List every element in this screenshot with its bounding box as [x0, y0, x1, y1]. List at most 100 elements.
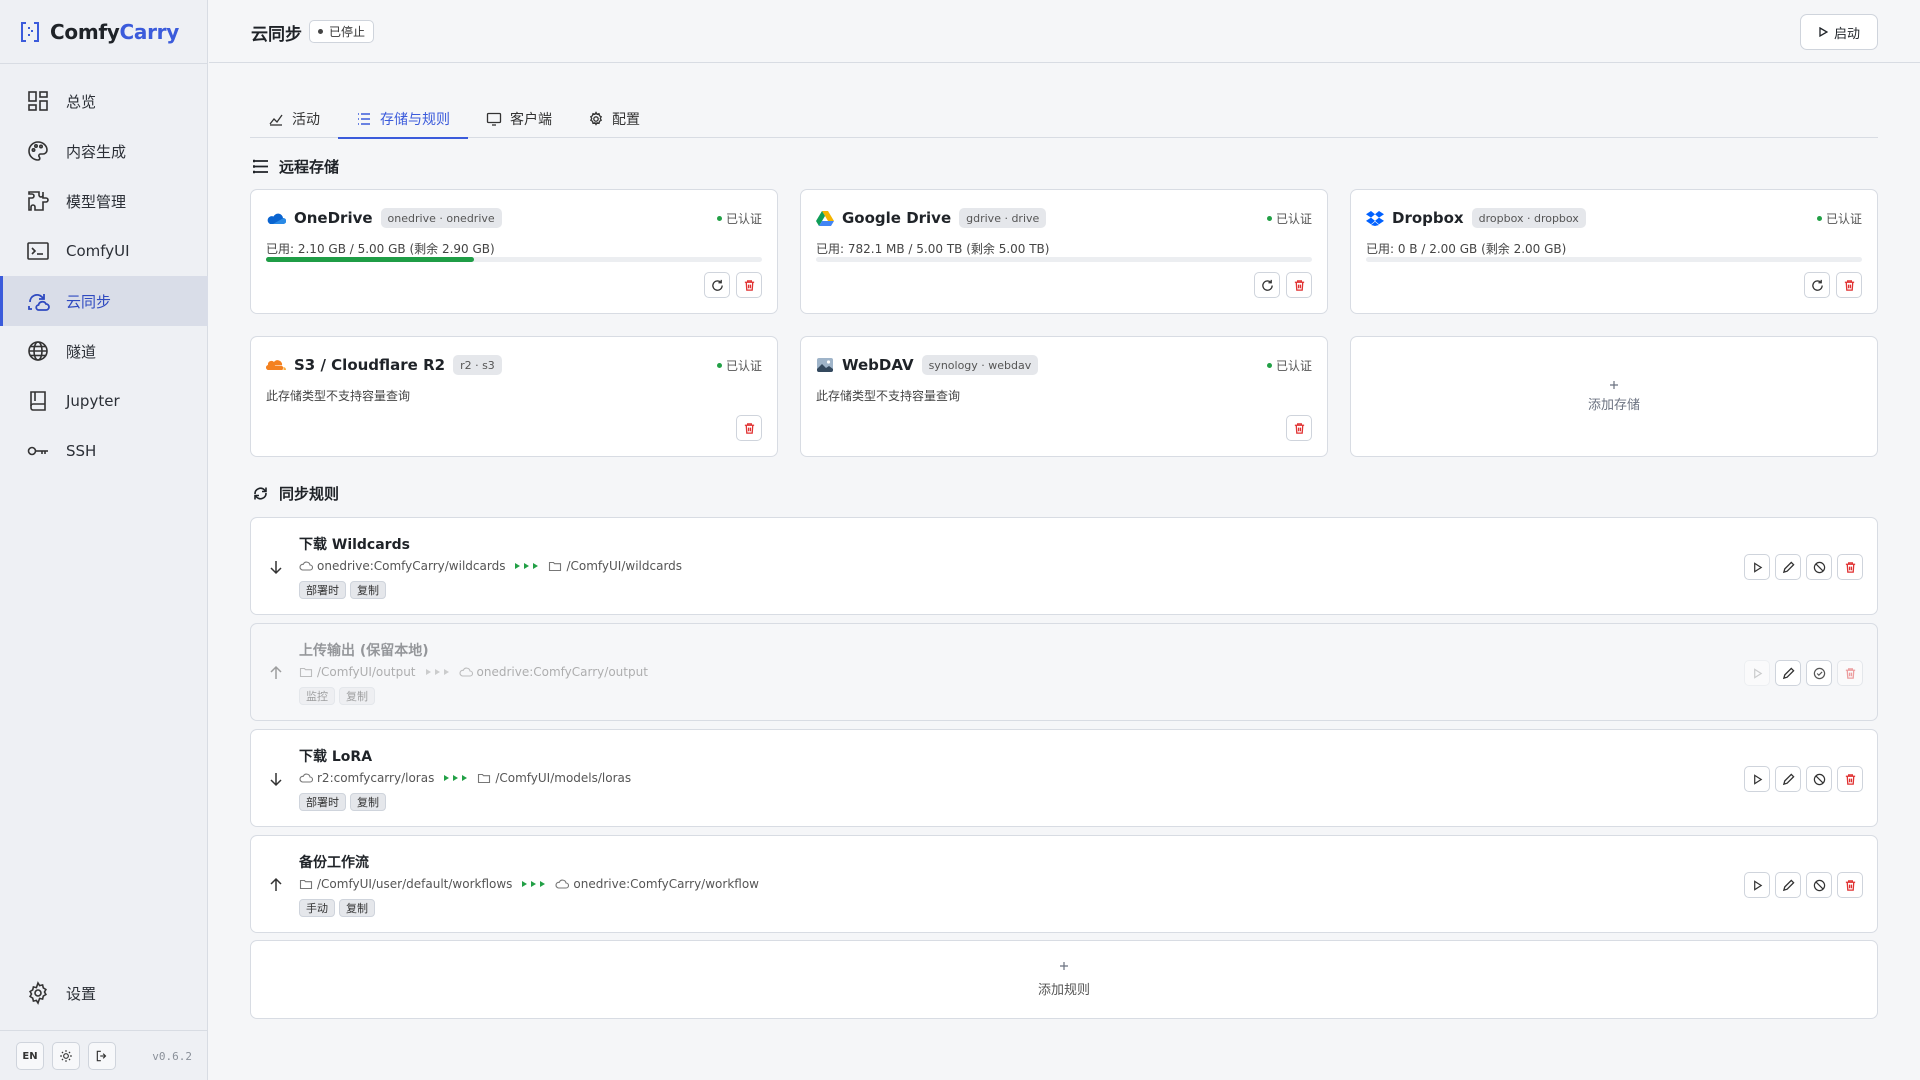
rule-path: r2:comfycarry/loras /ComfyUI/models/lora…	[299, 771, 631, 785]
storage-name: OneDrive	[294, 209, 373, 227]
rule-tag: 部署时	[299, 793, 346, 811]
sidebar-item-label: ComfyUI	[66, 242, 130, 260]
add-rule-label: 添加规则	[1037, 983, 1090, 998]
delete-button[interactable]	[1286, 415, 1312, 441]
storage-card: WebDAV synology · webdav 已认证 此存储类型不支持容量查…	[800, 336, 1328, 457]
disable-rule-button[interactable]	[1806, 554, 1832, 580]
cloud-icon	[299, 561, 313, 571]
edit-rule-button[interactable]	[1775, 554, 1801, 580]
delete-button[interactable]	[736, 272, 762, 298]
delete-button[interactable]	[1836, 272, 1862, 298]
play-icon	[1753, 773, 1762, 785]
ban-icon	[1813, 561, 1825, 573]
tab-storage-rules[interactable]: 存储与规则	[338, 100, 468, 139]
delete-rule-button[interactable]	[1837, 554, 1863, 580]
rule-title: 备份工作流	[299, 855, 369, 871]
language-button[interactable]: EN	[16, 1042, 44, 1070]
cloud-icon	[555, 879, 570, 889]
rule-source: /ComfyUI/output	[317, 665, 416, 679]
rule-tags: 部署时 复制	[299, 793, 386, 811]
sidebar-item-settings[interactable]: 设置	[0, 968, 208, 1018]
sidebar-item-ssh[interactable]: SSH	[0, 426, 208, 476]
storage-type-chip: r2 · s3	[453, 355, 502, 375]
usage-text: 此存储类型不支持容量查询	[816, 389, 961, 403]
card-header: Google Drive gdrive · drive	[816, 208, 1047, 228]
sidebar: ComfyCarry 总览 内容生成 模型管理 ComfyUI 云同步 隧道 J…	[0, 0, 208, 1080]
sidebar-item-comfyui[interactable]: ComfyUI	[0, 226, 208, 276]
sync-rule-row[interactable]: 上传输出 (保留本地) /ComfyUI/output onedrive:Com…	[250, 623, 1878, 721]
storage-name: WebDAV	[842, 356, 914, 374]
delete-rule-button[interactable]	[1837, 766, 1863, 792]
add-storage-label: 添加存储	[1587, 398, 1640, 413]
rule-title: 下载 Wildcards	[299, 537, 410, 553]
tab-config[interactable]: 配置	[570, 100, 658, 138]
app-logo[interactable]: ComfyCarry	[20, 20, 179, 44]
sync-rule-row[interactable]: 下载 LoRA r2:comfycarry/loras /ComfyUI/mod…	[250, 729, 1878, 827]
sidebar-item-generation[interactable]: 内容生成	[0, 126, 208, 176]
gear-icon	[589, 111, 603, 126]
disable-rule-button[interactable]	[1806, 766, 1832, 792]
delete-button[interactable]	[1286, 272, 1312, 298]
key-icon	[27, 446, 48, 456]
section-remote-storage: 远程存储	[252, 156, 339, 177]
delete-rule-button[interactable]	[1837, 872, 1863, 898]
add-rule-button[interactable]: 添加规则	[250, 940, 1878, 1019]
folder-icon	[549, 561, 562, 572]
pencil-icon	[1782, 666, 1795, 679]
run-rule-button[interactable]	[1744, 766, 1770, 792]
pencil-icon	[1782, 878, 1795, 891]
sync-rule-row[interactable]: 下载 Wildcards onedrive:ComfyCarry/wildcar…	[250, 517, 1878, 615]
run-rule-button[interactable]	[1744, 872, 1770, 898]
refresh-button[interactable]	[704, 272, 730, 298]
trash-icon	[744, 422, 754, 434]
rule-source: r2:comfycarry/loras	[317, 771, 435, 785]
theme-toggle-button[interactable]	[52, 1042, 80, 1070]
rule-tags: 监控 复制	[299, 687, 375, 705]
sidebar-bottom: 设置	[0, 968, 208, 1018]
trash-icon	[1294, 279, 1304, 291]
rule-destination: /ComfyUI/wildcards	[566, 559, 683, 573]
logout-button[interactable]	[88, 1042, 116, 1070]
run-rule-button[interactable]	[1744, 660, 1770, 686]
tab-clients[interactable]: 客户端	[468, 100, 570, 138]
sidebar-nav: 总览 内容生成 模型管理 ComfyUI 云同步 隧道 Jupyter SSH	[0, 76, 208, 476]
sidebar-item-jupyter[interactable]: Jupyter	[0, 376, 208, 426]
rule-destination: onedrive:ComfyCarry/workflow	[573, 877, 759, 891]
add-storage-button[interactable]: 添加存储	[1350, 336, 1878, 457]
rule-tag: 复制	[350, 581, 386, 599]
sync-rule-row[interactable]: 备份工作流 /ComfyUI/user/default/workflows on…	[250, 835, 1878, 933]
run-rule-button[interactable]	[1744, 554, 1770, 580]
refresh-button[interactable]	[1254, 272, 1280, 298]
rule-path: /ComfyUI/user/default/workflows onedrive…	[299, 877, 759, 891]
tab-activity[interactable]: 活动	[250, 100, 338, 138]
card-actions	[1254, 272, 1312, 298]
delete-button[interactable]	[736, 415, 762, 441]
ban-icon	[1813, 773, 1825, 785]
delete-rule-button[interactable]	[1837, 660, 1863, 686]
card-header: Dropbox dropbox · dropbox	[1366, 208, 1586, 228]
usage-bar-fill	[266, 257, 475, 262]
sidebar-item-label: 设置	[66, 984, 97, 1003]
sync-icon	[254, 487, 267, 500]
trash-icon	[1845, 667, 1855, 679]
rule-path: onedrive:ComfyCarry/wildcards /ComfyUI/w…	[299, 559, 682, 573]
start-button[interactable]: 启动	[1800, 14, 1878, 50]
storage-name: S3 / Cloudflare R2	[294, 356, 446, 374]
edit-rule-button[interactable]	[1775, 660, 1801, 686]
sidebar-item-cloud-sync[interactable]: 云同步	[0, 276, 208, 326]
storage-list-icon	[253, 159, 268, 174]
rule-actions	[1744, 766, 1863, 792]
sidebar-item-models[interactable]: 模型管理	[0, 176, 208, 226]
play-icon	[1753, 879, 1762, 891]
list-icon	[358, 112, 370, 125]
refresh-button[interactable]	[1804, 272, 1830, 298]
sidebar-item-tunnel[interactable]: 隧道	[0, 326, 208, 376]
edit-rule-button[interactable]	[1775, 872, 1801, 898]
disable-rule-button[interactable]	[1806, 872, 1832, 898]
auth-text: 已认证	[725, 359, 762, 373]
sidebar-item-overview[interactable]: 总览	[0, 76, 208, 126]
enable-rule-button[interactable]	[1806, 660, 1832, 686]
cloud-sync-icon	[28, 294, 50, 311]
edit-rule-button[interactable]	[1775, 766, 1801, 792]
start-button-label: 启动	[1833, 26, 1860, 42]
